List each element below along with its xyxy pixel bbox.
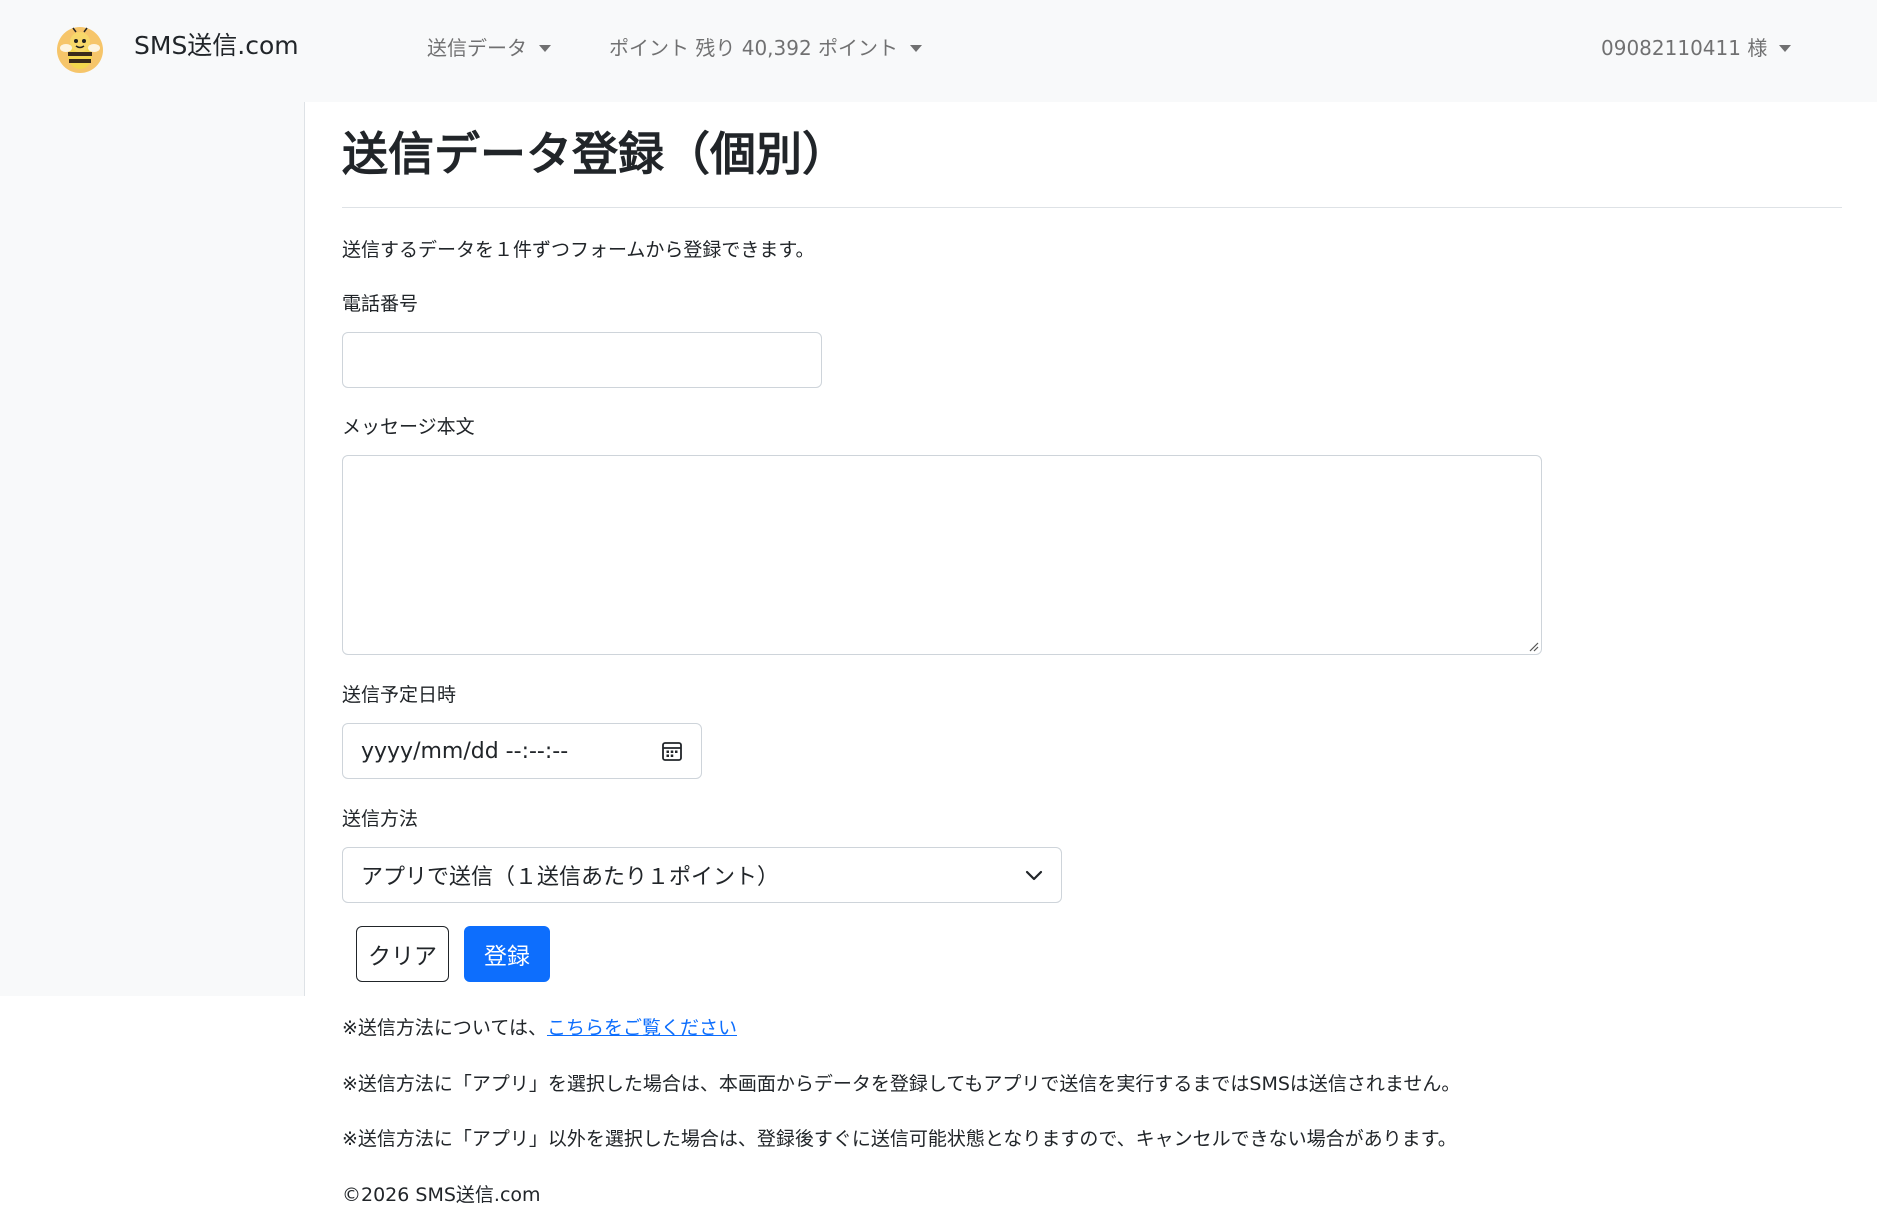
clear-button[interactable]: クリア [356,926,449,982]
page-title: 送信データ登録（個別） [342,127,848,181]
message-label: メッセージ本文 [342,416,475,438]
title-divider [342,207,1842,208]
resize-grip-icon[interactable] [1527,640,1539,652]
message-textarea-wrapper [342,455,1542,655]
footer-copyright: ©2026 SMS送信.com [342,1184,541,1206]
note-method-info: ※送信方法については、こちらをご覧ください [342,1014,737,1042]
method-selected-value: アプリで送信（１送信あたり１ポイント） [361,865,780,890]
chevron-down-icon [1025,870,1043,881]
nav-points-label: ポイント 残り 40,392 ポイント [609,36,899,60]
caret-down-icon [910,44,923,52]
note-app-send: ※送信方法に「アプリ」を選択した場合は、本画面からデータを登録してもアプリで送信… [342,1073,1461,1095]
schedule-datetime-input[interactable]: yyyy/mm/dd --:--:-- [342,723,702,779]
phone-label: 電話番号 [342,293,419,315]
bee-logo-icon[interactable] [56,26,104,74]
sidebar [0,102,305,996]
nav-send-data-dropdown[interactable]: 送信データ [427,34,551,62]
note-method-info-text: ※送信方法については、 [342,1017,547,1039]
nav-send-data-label: 送信データ [427,36,527,60]
caret-down-icon [1779,44,1792,52]
method-label: 送信方法 [342,808,419,830]
page-description: 送信するデータを１件ずつフォームから登録できます。 [342,239,815,261]
phone-input[interactable] [342,332,822,388]
message-textarea[interactable] [342,455,1542,655]
caret-down-icon [539,44,551,52]
nav-user-dropdown[interactable]: 09082110411 様 [1601,34,1792,62]
calendar-icon[interactable] [661,740,683,762]
method-select[interactable]: アプリで送信（１送信あたり１ポイント） [342,847,1062,903]
schedule-placeholder: yyyy/mm/dd --:--:-- [361,738,569,764]
nav-points-dropdown[interactable]: ポイント 残り 40,392 ポイント [609,34,923,62]
note-cancel-warning: ※送信方法に「アプリ」以外を選択した場合は、登録後すぐに送信可能状態となりますの… [342,1128,1457,1150]
nav-user-label: 09082110411 様 [1601,36,1768,60]
schedule-label: 送信予定日時 [342,684,457,706]
brand-link[interactable]: SMS送信.com [134,30,299,62]
submit-button[interactable]: 登録 [464,926,550,982]
method-details-link[interactable]: こちらをご覧ください [547,1017,737,1039]
top-navbar: SMS送信.com 送信データ ポイント 残り 40,392 ポイント 0908… [0,0,1877,102]
